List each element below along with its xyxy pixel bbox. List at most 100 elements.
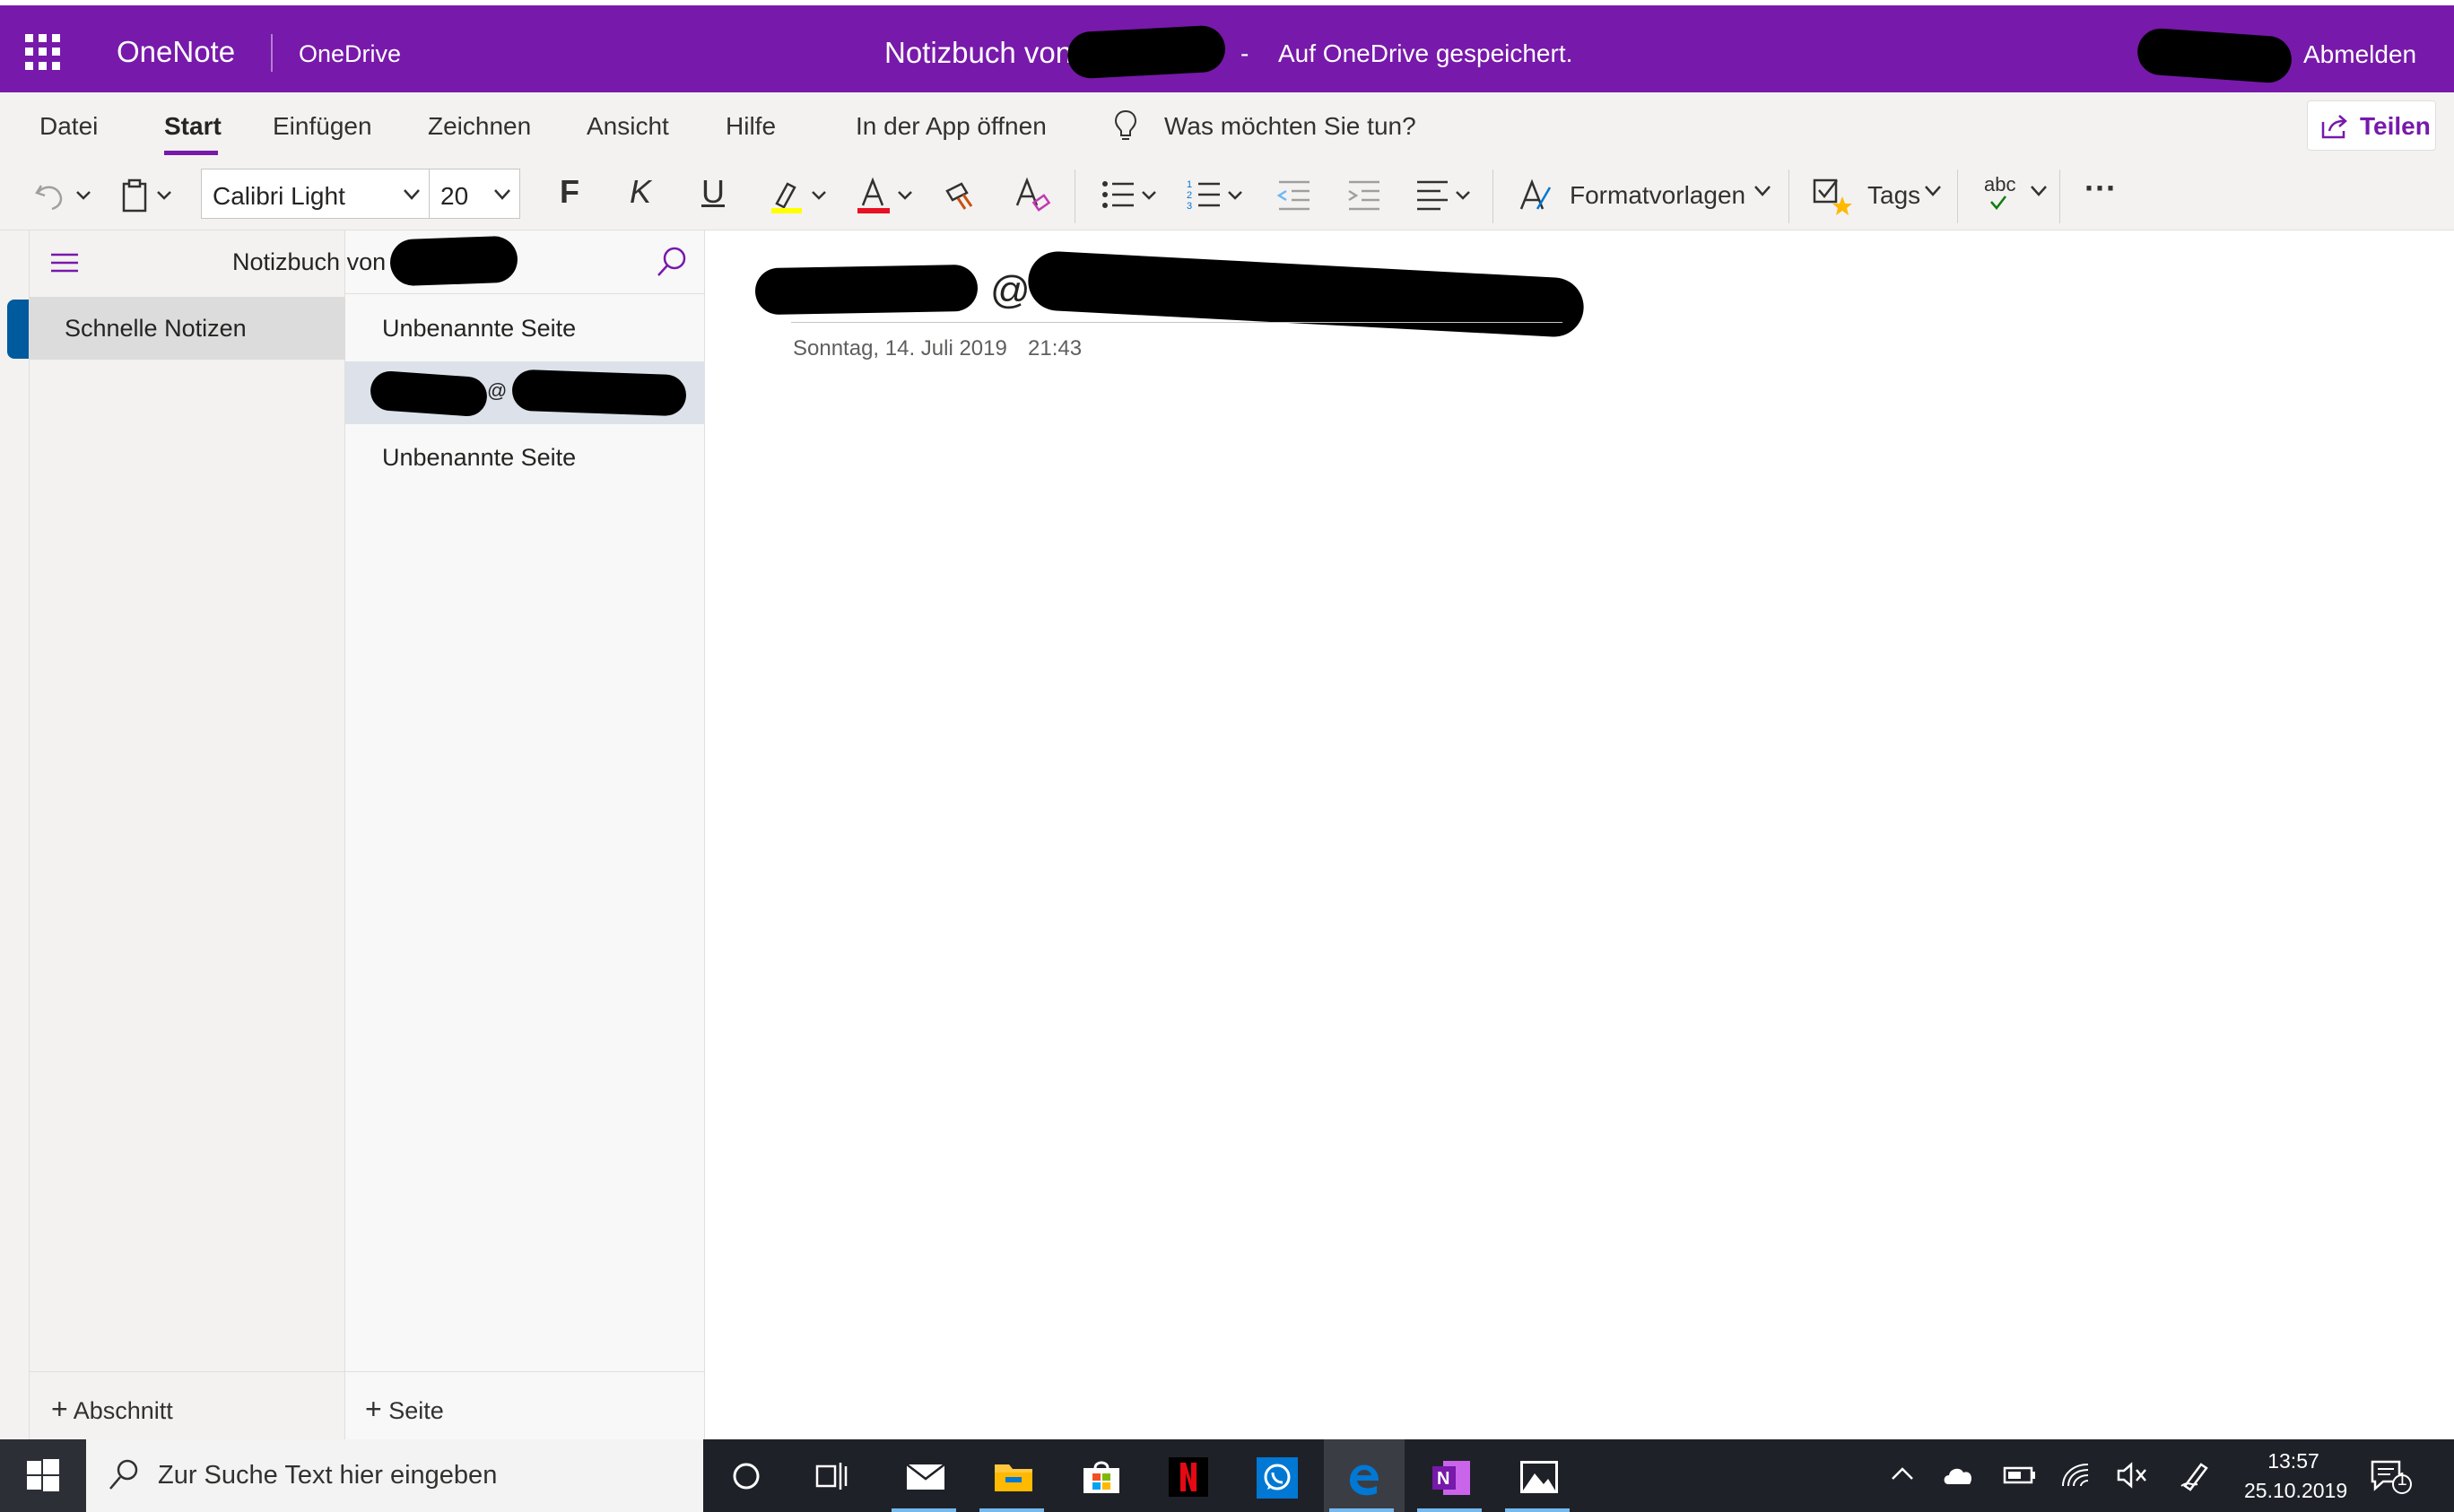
task-view-button[interactable] <box>795 1439 870 1512</box>
app-name[interactable]: OneNote <box>117 35 235 69</box>
onenote-app[interactable]: N <box>1412 1439 1487 1512</box>
numbered-list-icon: 1 2 3 <box>1187 179 1242 212</box>
hamburger-menu-icon[interactable] <box>49 250 80 275</box>
decrease-indent-button[interactable] <box>1275 177 1313 214</box>
bold-button[interactable]: F <box>560 173 579 211</box>
font-size-select[interactable]: 20 <box>429 169 520 219</box>
ribbon-tabs: Datei Start Einfügen Zeichnen Ansicht Hi… <box>0 92 2454 161</box>
tab-datei[interactable]: Datei <box>39 112 98 141</box>
undo-button[interactable] <box>32 177 95 214</box>
pane-header-divider <box>345 293 705 294</box>
toolbar-divider <box>1957 169 1958 223</box>
underline-button[interactable]: U <box>701 173 725 211</box>
alignment-button[interactable] <box>1415 177 1478 214</box>
tags-button[interactable] <box>1812 177 1853 215</box>
wifi-icon[interactable] <box>2059 1459 2095 1491</box>
tell-me-search[interactable]: Was möchten Sie tun? <box>1164 112 1416 141</box>
section-label: Schnelle Notizen <box>65 315 247 342</box>
clock-time: 13:57 <box>2267 1449 2319 1473</box>
cortana-icon <box>733 1463 760 1490</box>
chevron-down-icon <box>2031 186 2047 196</box>
action-center-button[interactable]: 1 <box>2370 1459 2413 1499</box>
spelling-button[interactable]: abc <box>1982 173 2050 214</box>
onedrive-link[interactable]: OneDrive <box>299 40 401 68</box>
tab-ansicht[interactable]: Ansicht <box>587 112 669 141</box>
notification-count: 1 <box>2397 1470 2407 1490</box>
clear-formatting-button[interactable] <box>1014 177 1051 214</box>
share-button[interactable]: Teilen <box>2307 100 2436 151</box>
pen-workspace-icon[interactable] <box>2180 1459 2215 1491</box>
edge-app[interactable] <box>1324 1439 1405 1512</box>
page-label: Unbenannte Seite <box>382 444 577 471</box>
bullets-button[interactable] <box>1100 177 1162 214</box>
page-item[interactable]: Unbenannte Seite <box>345 297 705 360</box>
redacted-page-title <box>1026 249 1586 339</box>
active-tab-indicator <box>164 151 218 155</box>
redacted-page-title <box>511 369 687 417</box>
onenote-icon: N <box>1432 1461 1470 1495</box>
taskbar-clock[interactable]: 13:57 25.10.2019 <box>2244 1447 2347 1506</box>
task-view-icon <box>815 1463 848 1490</box>
chevron-up-icon[interactable] <box>1889 1459 1916 1491</box>
taskbar-search-box[interactable]: Zur Suche Text hier eingeben <box>86 1439 703 1512</box>
onedrive-cloud-icon[interactable] <box>1941 1459 1977 1491</box>
start-button[interactable] <box>0 1439 86 1512</box>
svg-text:N: N <box>1437 1469 1449 1489</box>
add-page-button[interactable]: + Seite <box>365 1393 444 1426</box>
page-time: 21:43 <box>1028 336 1083 361</box>
page-item[interactable]: Unbenannte Seite <box>345 426 705 489</box>
cortana-button[interactable] <box>709 1439 784 1512</box>
running-indicator <box>1417 1508 1482 1512</box>
tab-zeichnen[interactable]: Zeichnen <box>428 112 531 141</box>
section-item-schnelle-notizen[interactable]: Schnelle Notizen <box>30 297 345 360</box>
page-item-selected[interactable]: @ <box>345 361 705 424</box>
add-section-button[interactable]: + Abschnitt <box>51 1393 173 1426</box>
decrease-indent-icon <box>1276 180 1310 211</box>
netflix-icon <box>1169 1457 1208 1497</box>
store-app[interactable] <box>1062 1439 1137 1512</box>
footer-divider <box>30 1371 345 1372</box>
redacted-notebook-owner <box>389 235 518 287</box>
volume-muted-icon[interactable] <box>2115 1459 2151 1491</box>
pages-pane: Notizbuch von Unbenannte Seite @ Unbenan… <box>232 230 705 1439</box>
running-indicator <box>1505 1508 1570 1512</box>
clipboard-button[interactable] <box>120 177 183 214</box>
italic-button[interactable]: K <box>630 173 651 211</box>
notebook-name-label: Notizbuch von <box>232 248 387 275</box>
plus-icon: + <box>51 1393 68 1425</box>
tab-start[interactable]: Start <box>164 112 222 141</box>
numbering-button[interactable]: 1 2 3 <box>1186 177 1249 214</box>
search-icon[interactable] <box>655 245 689 279</box>
format-painter-button[interactable] <box>942 177 979 214</box>
tab-einfuegen[interactable]: Einfügen <box>273 112 372 141</box>
page-label: Unbenannte Seite <box>382 315 577 342</box>
whatsapp-app[interactable] <box>1238 1439 1313 1512</box>
add-page-label: Seite <box>388 1397 444 1424</box>
whatsapp-icon <box>1257 1457 1298 1499</box>
signout-link[interactable]: Abmelden <box>2303 40 2416 69</box>
file-explorer-icon <box>995 1464 1032 1491</box>
app-header: OneNote OneDrive Notizbuch von - Auf One… <box>0 0 2454 92</box>
footer-divider <box>345 1371 705 1372</box>
increase-indent-button[interactable] <box>1345 177 1383 214</box>
add-section-label: Abschnitt <box>73 1397 173 1424</box>
highlight-button[interactable] <box>770 177 832 214</box>
share-label: Teilen <box>2360 112 2431 140</box>
align-left-icon <box>1417 180 1470 211</box>
mail-app[interactable] <box>886 1439 962 1512</box>
photos-app[interactable] <box>1500 1439 1575 1512</box>
page-canvas[interactable]: @ Sonntag, 14. Juli 2019 21:43 <box>705 230 2454 1439</box>
more-options-button[interactable]: ··· <box>2084 169 2117 207</box>
font-name-select[interactable]: Calibri Light <box>201 169 430 219</box>
battery-icon[interactable] <box>2002 1459 2038 1491</box>
open-in-app-button[interactable]: In der App öffnen <box>856 112 1047 141</box>
edge-icon <box>1350 1464 1379 1496</box>
photos-icon <box>1520 1461 1558 1493</box>
svg-text:1: 1 <box>1187 179 1192 190</box>
plus-icon: + <box>365 1393 382 1425</box>
file-explorer-app[interactable] <box>974 1439 1049 1512</box>
font-color-button[interactable] <box>856 177 918 214</box>
app-launcher-icon[interactable] <box>25 34 61 70</box>
netflix-app[interactable] <box>1150 1439 1225 1512</box>
tab-hilfe[interactable]: Hilfe <box>726 112 776 141</box>
